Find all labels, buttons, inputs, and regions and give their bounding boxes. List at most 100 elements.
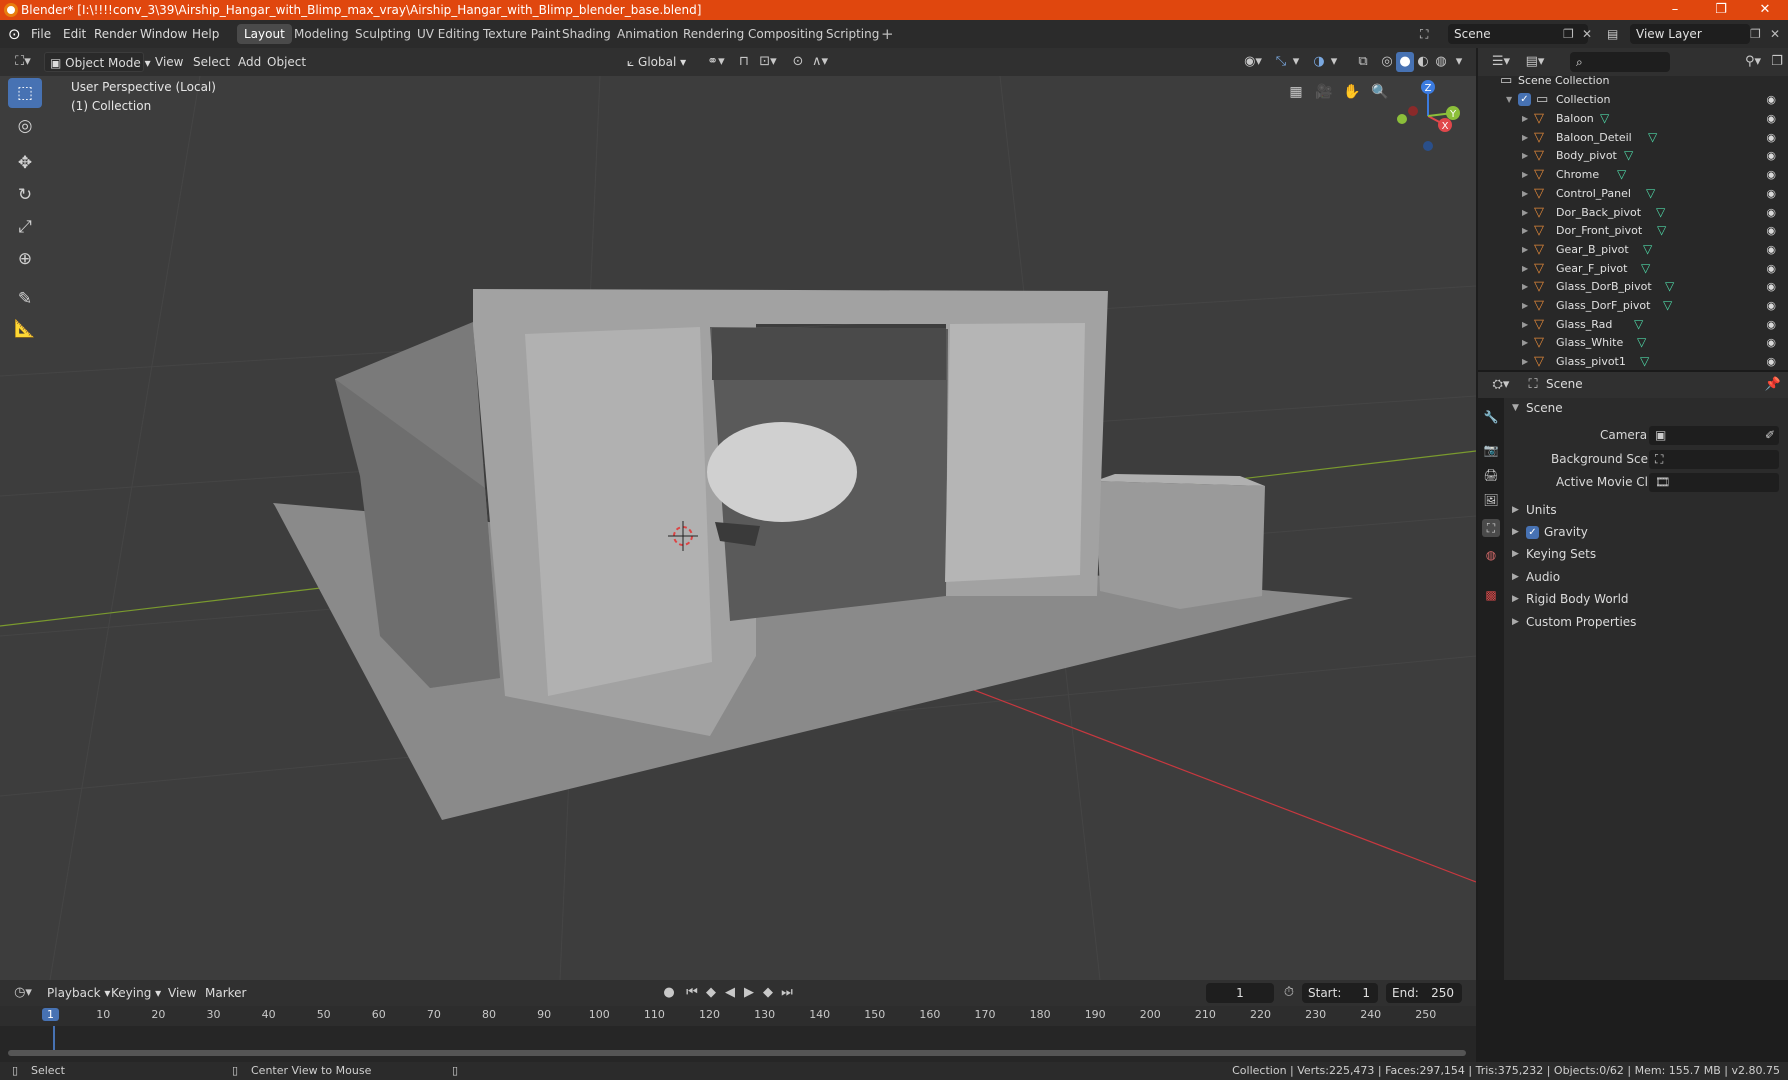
play-reverse-icon[interactable]: ◀ <box>721 983 739 1003</box>
new-collection-icon[interactable]: ❐ <box>1768 52 1786 72</box>
mesh-data-icon[interactable]: ▽ <box>1643 240 1652 259</box>
rotate-tool-icon[interactable]: ↻ <box>8 180 42 210</box>
outliner-row-collection[interactable]: ▼ ✓ ▭ Collection ◉ <box>1478 90 1788 109</box>
3d-viewport[interactable] <box>0 76 1476 980</box>
mode-dropdown[interactable]: ▣ Object Mode ▾ <box>44 52 151 72</box>
close-button[interactable]: ✕ <box>1742 0 1788 20</box>
expand-arrow-icon[interactable]: ▶ <box>1522 184 1528 203</box>
keying-sets-section[interactable]: ▶ Keying Sets <box>1510 543 1782 565</box>
play-icon[interactable]: ▶ <box>740 983 758 1003</box>
display-mode-icon[interactable]: ▤▾ <box>1522 52 1548 72</box>
measure-tool-icon[interactable]: 📐 <box>8 314 42 344</box>
eye-icon[interactable]: ◉ <box>1766 296 1776 315</box>
editor-type-icon[interactable]: ⛶▾ <box>10 52 36 72</box>
marker-menu[interactable]: Marker <box>200 983 251 1003</box>
eye-icon[interactable]: ◉ <box>1766 146 1776 165</box>
audio-section[interactable]: ▶ Audio <box>1510 566 1782 588</box>
expand-arrow-icon[interactable]: ▶ <box>1522 240 1528 259</box>
new-scene-icon[interactable]: ❐ <box>1563 20 1574 48</box>
jump-start-icon[interactable]: ⏮ <box>683 983 701 1003</box>
outliner-row-object[interactable]: ▶ ▽ Glass_DorB_pivot ▽ ◉ <box>1478 277 1788 296</box>
end-frame-field[interactable]: End: 250 <box>1386 983 1462 1003</box>
mesh-data-icon[interactable]: ▽ <box>1640 352 1649 371</box>
outliner-row-scene-collection[interactable]: ▭ Scene Collection <box>1478 71 1788 90</box>
expand-arrow-icon[interactable]: ▶ <box>1522 277 1528 296</box>
pivot-point-icon[interactable]: ⚭▾ <box>704 52 728 72</box>
expand-arrow-icon[interactable]: ▶ <box>1522 315 1528 334</box>
eye-icon[interactable]: ◉ <box>1766 128 1776 147</box>
eye-icon[interactable]: ◉ <box>1766 203 1776 222</box>
mesh-data-icon[interactable]: ▽ <box>1648 128 1657 147</box>
outliner-row-object[interactable]: ▶ ▽ Dor_Front_pivot ▽ ◉ <box>1478 221 1788 240</box>
orientation-dropdown[interactable]: ⟀ Global ▾ <box>622 52 691 72</box>
units-section[interactable]: ▶ Units <box>1510 499 1782 521</box>
navigation-gizmo[interactable]: Z X Y <box>1385 76 1475 166</box>
tool-tab-icon[interactable]: 🔧 <box>1482 408 1500 426</box>
mesh-data-icon[interactable]: ▽ <box>1634 315 1643 334</box>
outliner-row-object[interactable]: ▶ ▽ Glass_DorF_pivot ▽ ◉ <box>1478 296 1788 315</box>
render-tab-icon[interactable]: 📷 <box>1482 441 1500 459</box>
eye-icon[interactable]: ◉ <box>1766 221 1776 240</box>
cursor-tool-icon[interactable]: ◎ <box>8 111 42 141</box>
menu-file[interactable]: File <box>31 20 51 48</box>
move-tool-icon[interactable]: ✥ <box>8 148 42 178</box>
playback-menu[interactable]: Playback ▾ <box>42 983 115 1003</box>
add-workspace-icon[interactable]: + <box>881 20 894 48</box>
outliner-row-object[interactable]: ▶ ▽ Dor_Back_pivot ▽ ◉ <box>1478 203 1788 222</box>
tab-modeling[interactable]: Modeling <box>287 24 356 44</box>
toggle-camera-icon[interactable]: ▦ <box>1283 79 1309 105</box>
outliner-editor-type-icon[interactable]: ☰▾ <box>1488 52 1514 72</box>
collection-checkbox[interactable]: ✓ <box>1518 93 1531 106</box>
tab-layout[interactable]: Layout <box>237 24 292 44</box>
active-movie-clip-field[interactable]: 🎞 <box>1649 473 1779 492</box>
mesh-data-icon[interactable]: ▽ <box>1637 333 1646 352</box>
material-shading-icon[interactable]: ◐ <box>1414 52 1432 72</box>
start-frame-field[interactable]: Start: 1 <box>1302 983 1378 1003</box>
transform-tool-icon[interactable]: ⊕ <box>8 244 42 274</box>
menu-object[interactable]: Object <box>262 52 311 72</box>
outliner-row-object[interactable]: ▶ ▽ Gear_F_pivot ▽ ◉ <box>1478 259 1788 278</box>
blender-menu-icon[interactable]: ⊙ <box>8 20 21 48</box>
timeline-scrollbar[interactable] <box>8 1050 1466 1056</box>
gravity-section[interactable]: ▶ ✓ Gravity <box>1510 521 1782 543</box>
falloff-icon[interactable]: ∧▾ <box>808 52 832 72</box>
tab-scripting[interactable]: Scripting <box>819 24 886 44</box>
scene-tab-icon[interactable]: ⛶ <box>1482 519 1500 537</box>
expand-arrow-icon[interactable]: ▶ <box>1522 333 1528 352</box>
menu-window[interactable]: Window <box>140 20 187 48</box>
world-tab-icon[interactable]: ◍ <box>1482 546 1500 564</box>
expand-arrow-icon[interactable]: ▶ <box>1522 109 1528 128</box>
annotate-tool-icon[interactable]: ✎ <box>8 284 42 314</box>
keying-menu[interactable]: Keying ▾ <box>106 983 166 1003</box>
current-frame-field[interactable]: 1 <box>1206 983 1274 1003</box>
texture-tab-icon[interactable]: ▩ <box>1482 586 1500 604</box>
mesh-data-icon[interactable]: ▽ <box>1656 203 1665 222</box>
expand-arrow-icon[interactable]: ▶ <box>1522 259 1528 278</box>
visibility-icon[interactable]: ◉▾ <box>1240 52 1266 72</box>
expand-arrow-icon[interactable]: ▶ <box>1522 352 1528 371</box>
eye-icon[interactable]: ◉ <box>1766 240 1776 259</box>
snap-icon[interactable]: ⊓ <box>736 52 752 72</box>
collapse-arrow-icon[interactable]: ▼ <box>1506 90 1512 109</box>
view-layer-icon[interactable]: ▤ <box>1607 20 1618 48</box>
delete-scene-icon[interactable]: ✕ <box>1582 20 1592 48</box>
mesh-data-icon[interactable]: ▽ <box>1641 259 1650 278</box>
delete-view-layer-icon[interactable]: ✕ <box>1770 20 1780 48</box>
jump-end-icon[interactable]: ⏭ <box>778 983 796 1003</box>
camera-field[interactable]: ▣ ✐ <box>1649 426 1779 445</box>
outliner-row-object[interactable]: ▶ ▽ Glass_White ▽ ◉ <box>1478 333 1788 352</box>
gizmo-toggle-icon[interactable]: ⤡ <box>1272 52 1290 72</box>
view-layer-tab-icon[interactable]: 🖼 <box>1482 491 1500 509</box>
outliner-row-object[interactable]: ▶ ▽ Baloon ▽ ◉ <box>1478 109 1788 128</box>
eye-icon[interactable]: ◉ <box>1766 184 1776 203</box>
proportional-edit-icon[interactable]: ⊙ <box>790 52 806 72</box>
overlays-icon[interactable]: ◑ <box>1310 52 1328 72</box>
minimize-button[interactable]: – <box>1652 0 1698 20</box>
tab-texture-paint[interactable]: Texture Paint <box>476 24 567 44</box>
eye-icon[interactable]: ◉ <box>1766 315 1776 334</box>
outliner-row-object[interactable]: ▶ ▽ Glass_Rad ▽ ◉ <box>1478 315 1788 334</box>
outliner-search-input[interactable]: ⌕ <box>1570 52 1670 72</box>
record-icon[interactable]: ● <box>660 983 678 1003</box>
expand-arrow-icon[interactable]: ▶ <box>1522 296 1528 315</box>
new-view-layer-icon[interactable]: ❐ <box>1750 20 1761 48</box>
